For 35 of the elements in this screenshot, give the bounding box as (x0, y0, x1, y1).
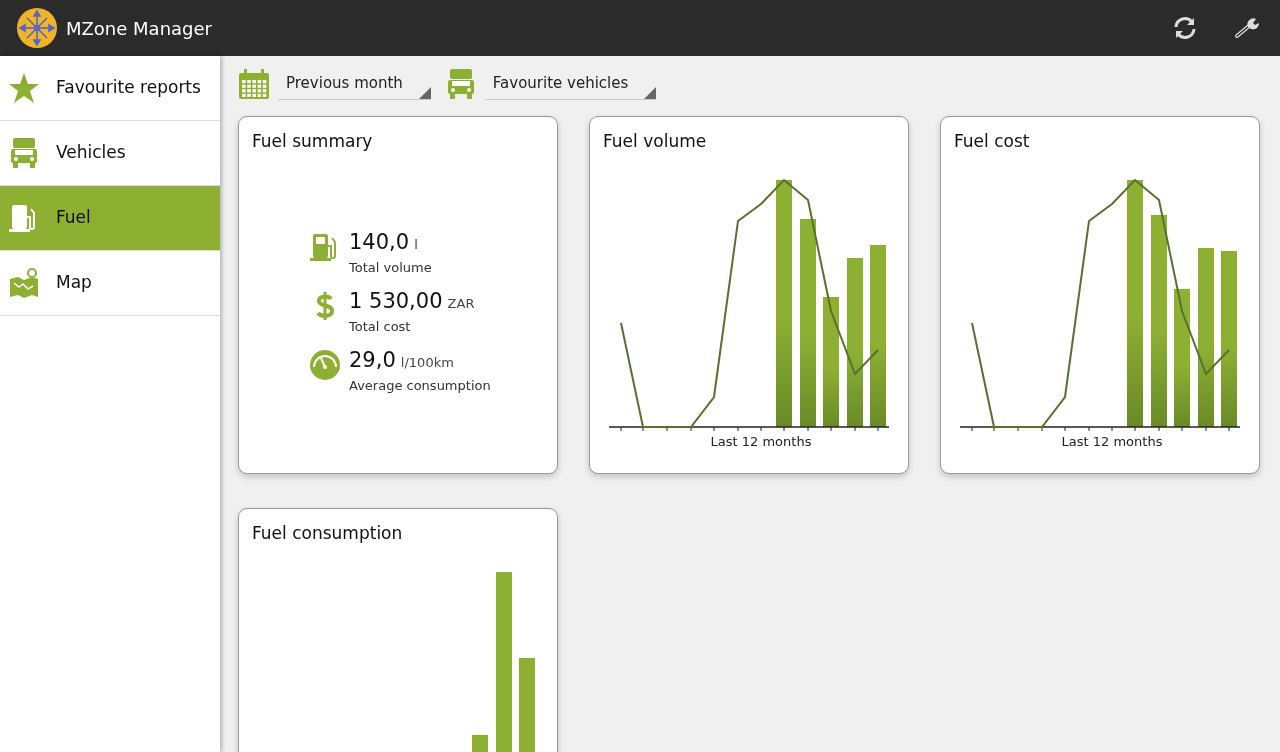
card-title: Fuel cost (953, 130, 1031, 153)
stat-unit: ZAR (447, 295, 475, 311)
gauge-icon (309, 348, 341, 381)
logo-icon (16, 7, 58, 49)
star-icon (8, 72, 40, 104)
sidebar-item[interactable]: Map (0, 251, 220, 316)
app-title: MZone Manager (66, 16, 212, 41)
report-card[interactable]: Fuel summary 140,0 l Total volume 1 530,00 ZAR Total cost 29,0 l/100km Average consumption (238, 116, 558, 474)
stat-value: 1 530,00 (349, 288, 443, 313)
axis-label: Last 12 months (1061, 433, 1163, 449)
stat-unit: l/100km (400, 354, 454, 370)
stat-caption: Total volume (349, 259, 432, 277)
card-title: Fuel consumption (251, 522, 404, 545)
sidebar-item[interactable]: Favourite reports (0, 56, 220, 121)
sidebar-item[interactable]: Vehicles (0, 121, 220, 186)
calendar-icon (238, 68, 270, 100)
card-title: Fuel volume (602, 130, 708, 153)
report-card[interactable]: Fuel consumption (238, 508, 558, 752)
truck-icon (8, 137, 40, 169)
stat-value: 140,0 (349, 229, 410, 254)
card-title: Fuel summary (251, 130, 374, 153)
stat-caption: Total cost (349, 318, 412, 336)
report-card[interactable]: Fuel volume Last 12 months (589, 116, 909, 474)
dropdown-corner-icon (418, 86, 431, 99)
report-card[interactable]: Fuel cost Last 12 months (940, 116, 1260, 474)
map-icon (8, 267, 40, 299)
stat-unit: l (414, 236, 418, 252)
chart-bar (472, 734, 488, 752)
stat-value: 29,0 (349, 347, 396, 372)
dropdown-corner-icon (644, 86, 657, 99)
dropdown[interactable]: Favourite vehicles (484, 68, 657, 100)
dropdown[interactable]: Previous month (278, 68, 431, 100)
axis-label: Last 12 months (710, 433, 812, 449)
stat-caption: Average consumption (349, 377, 491, 395)
sidebar-item[interactable]: Fuel (0, 186, 220, 251)
